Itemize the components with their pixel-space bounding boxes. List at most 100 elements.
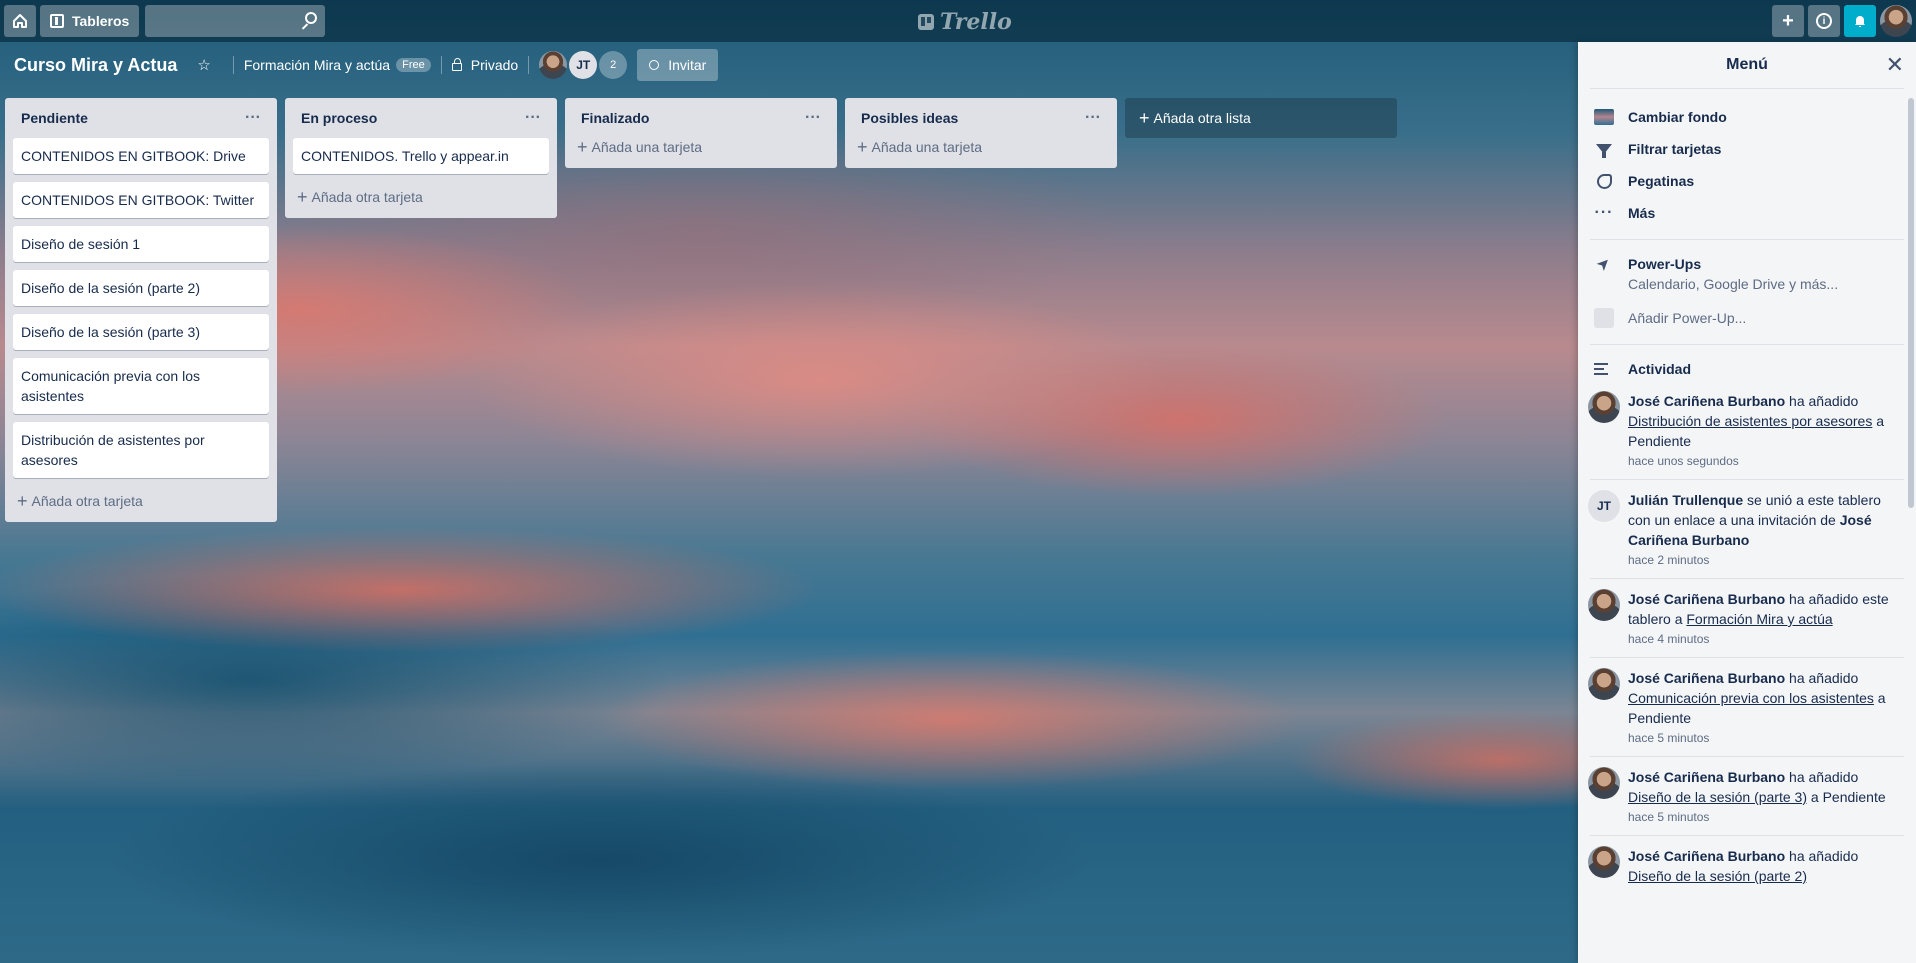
list-title[interactable]: Finalizado <box>581 110 649 126</box>
team-name: Formación Mira y actúa <box>243 57 391 73</box>
lock-icon <box>451 58 462 71</box>
plus-icon: + <box>577 137 588 157</box>
add-card-button[interactable]: + Añada una tarjeta <box>573 138 829 160</box>
team-button[interactable]: Formación Mira y actúa Free <box>244 57 431 73</box>
info-button[interactable]: i <box>1808 5 1840 37</box>
activity-entry: José Cariñena Burbano ha añadido Distrib… <box>1588 391 1904 480</box>
menu-item-label: Más <box>1628 205 1656 221</box>
user-avatar[interactable] <box>1880 5 1912 37</box>
activity-text: ha añadido <box>1785 393 1859 409</box>
menu-item-stickers[interactable]: Pegatinas <box>1590 165 1904 197</box>
card[interactable]: CONTENIDOS. Trello y appear.in <box>293 138 549 174</box>
menu-item-label: Pegatinas <box>1628 173 1695 189</box>
more-icon: ··· <box>1594 204 1614 221</box>
activity-section: Actividad José Cariñena Burbano ha añadi… <box>1578 345 1916 896</box>
activity-time[interactable]: hace 5 minutos <box>1628 730 1904 746</box>
avatar[interactable]: JT <box>1588 490 1620 522</box>
menu-item-change-background[interactable]: Cambiar fondo <box>1590 101 1904 133</box>
menu-item-filter-cards[interactable]: Filtrar tarjetas <box>1590 133 1904 165</box>
divider <box>232 56 234 74</box>
list-menu-icon[interactable]: ··· <box>525 110 541 126</box>
activity-title: Actividad <box>1628 361 1692 377</box>
create-button[interactable]: + <box>1772 5 1804 37</box>
home-button[interactable] <box>4 5 36 37</box>
add-card-button[interactable]: + Añada una tarjeta <box>853 138 1109 160</box>
list-title[interactable]: Pendiente <box>21 110 88 126</box>
activity-card-link[interactable]: Comunicación previa con los asistentes <box>1628 690 1874 706</box>
info-icon: i <box>1816 13 1832 29</box>
activity-time[interactable]: hace 5 minutos <box>1628 809 1904 825</box>
add-card-button[interactable]: + Añada otra tarjeta <box>293 182 549 210</box>
activity-text: ha añadido <box>1785 769 1859 785</box>
activity-entry: José Cariñena Burbano ha añadido este ta… <box>1588 589 1904 658</box>
activity-time[interactable]: hace 2 minutos <box>1628 552 1904 568</box>
activity-card-link[interactable]: Formación Mira y actúa <box>1686 611 1832 627</box>
powerups-title: Power-Ups <box>1628 256 1702 272</box>
add-powerup-button[interactable]: Añadir Power-Up... <box>1590 294 1904 334</box>
visibility-label: Privado <box>470 57 519 73</box>
add-list-button[interactable]: + Añada otra lista <box>1125 98 1397 138</box>
activity-user[interactable]: José Cariñena Burbano <box>1628 848 1785 864</box>
search-icon[interactable] <box>305 12 318 24</box>
list-menu-icon[interactable]: ··· <box>245 110 261 126</box>
card[interactable]: Diseño de la sesión (parte 3) <box>13 314 269 350</box>
add-card-label: Añada una tarjeta <box>871 139 983 155</box>
board-title[interactable]: Curso Mira y Actua <box>14 55 177 76</box>
card[interactable]: Comunicación previa con los asistentes <box>13 358 269 414</box>
activity-card-link[interactable]: Diseño de la sesión (parte 2) <box>1628 868 1807 884</box>
invite-button[interactable]: Invitar <box>637 49 719 81</box>
powerups-item[interactable]: ➤ Power-Ups Calendario, Google Drive y m… <box>1590 254 1904 294</box>
activity-text: ha añadido <box>1785 848 1859 864</box>
visibility-button[interactable]: Privado <box>451 57 519 73</box>
avatar[interactable] <box>1588 668 1620 700</box>
activity-card-link[interactable]: Distribución de asistentes por asesores <box>1628 413 1872 429</box>
activity-user[interactable]: José Cariñena Burbano <box>1628 591 1785 607</box>
add-card-button[interactable]: + Añada otra tarjeta <box>13 486 269 514</box>
list-pendiente: Pendiente ··· CONTENIDOS EN GITBOOK: Dri… <box>5 98 277 522</box>
close-icon[interactable]: ✕ <box>1886 52 1904 78</box>
list-posibles-ideas: Posibles ideas ··· + Añada una tarjeta <box>845 98 1117 168</box>
powerup-placeholder-icon <box>1594 308 1614 328</box>
add-powerup-label: Añadir Power-Up... <box>1628 310 1747 326</box>
activity-user[interactable]: José Cariñena Burbano <box>1628 393 1785 409</box>
activity-time[interactable]: hace unos segundos <box>1628 453 1904 469</box>
card[interactable]: Distribución de asistentes por asesores <box>13 422 269 478</box>
member-count[interactable]: 2 <box>599 51 628 79</box>
activity-time[interactable]: hace 4 minutos <box>1628 631 1904 647</box>
add-card-label: Añada otra tarjeta <box>311 189 423 205</box>
list-menu-icon[interactable]: ··· <box>805 110 821 126</box>
sticker-icon <box>1596 173 1612 189</box>
activity-user[interactable]: José Cariñena Burbano <box>1628 670 1785 686</box>
activity-user[interactable]: Julián Trullenque <box>1628 492 1743 508</box>
rocket-icon: ➤ <box>1593 253 1616 276</box>
menu-item-more[interactable]: ··· Más <box>1590 197 1904 229</box>
member-avatar-initials[interactable]: JT <box>569 51 598 79</box>
avatar[interactable] <box>1588 767 1620 799</box>
board-menu-panel: Menú ✕ Cambiar fondo Filtrar tarjetas Pe… <box>1578 42 1916 963</box>
star-icon[interactable]: ☆ <box>197 56 210 74</box>
list-title[interactable]: En proceso <box>301 110 377 126</box>
activity-entry: José Cariñena Burbano ha añadido Diseño … <box>1588 846 1904 896</box>
member-avatar[interactable] <box>539 51 568 79</box>
card[interactable]: CONTENIDOS EN GITBOOK: Drive <box>13 138 269 174</box>
activity-card-link[interactable]: Diseño de la sesión (parte 3) <box>1628 789 1807 805</box>
list-menu-icon[interactable]: ··· <box>1085 110 1101 126</box>
board-header: Curso Mira y Actua ☆ Formación Mira y ac… <box>0 48 719 82</box>
card[interactable]: Diseño de la sesión (parte 2) <box>13 270 269 306</box>
activity-icon <box>1594 363 1610 375</box>
search-input[interactable] <box>145 5 326 37</box>
board-icon <box>50 14 64 28</box>
notifications-button[interactable] <box>1844 5 1876 37</box>
menu-scrollbar[interactable] <box>1908 98 1914 508</box>
boards-button[interactable]: Tableros <box>40 5 140 37</box>
avatar[interactable] <box>1588 391 1620 423</box>
card[interactable]: Diseño de sesión 1 <box>13 226 269 262</box>
add-card-label: Añada una tarjeta <box>591 139 703 155</box>
avatar[interactable] <box>1588 589 1620 621</box>
trello-logo[interactable]: Trello <box>918 9 1012 35</box>
list-title[interactable]: Posibles ideas <box>861 110 958 126</box>
divider <box>440 56 442 74</box>
card[interactable]: CONTENIDOS EN GITBOOK: Twitter <box>13 182 269 218</box>
activity-user[interactable]: José Cariñena Burbano <box>1628 769 1785 785</box>
avatar[interactable] <box>1588 846 1620 878</box>
